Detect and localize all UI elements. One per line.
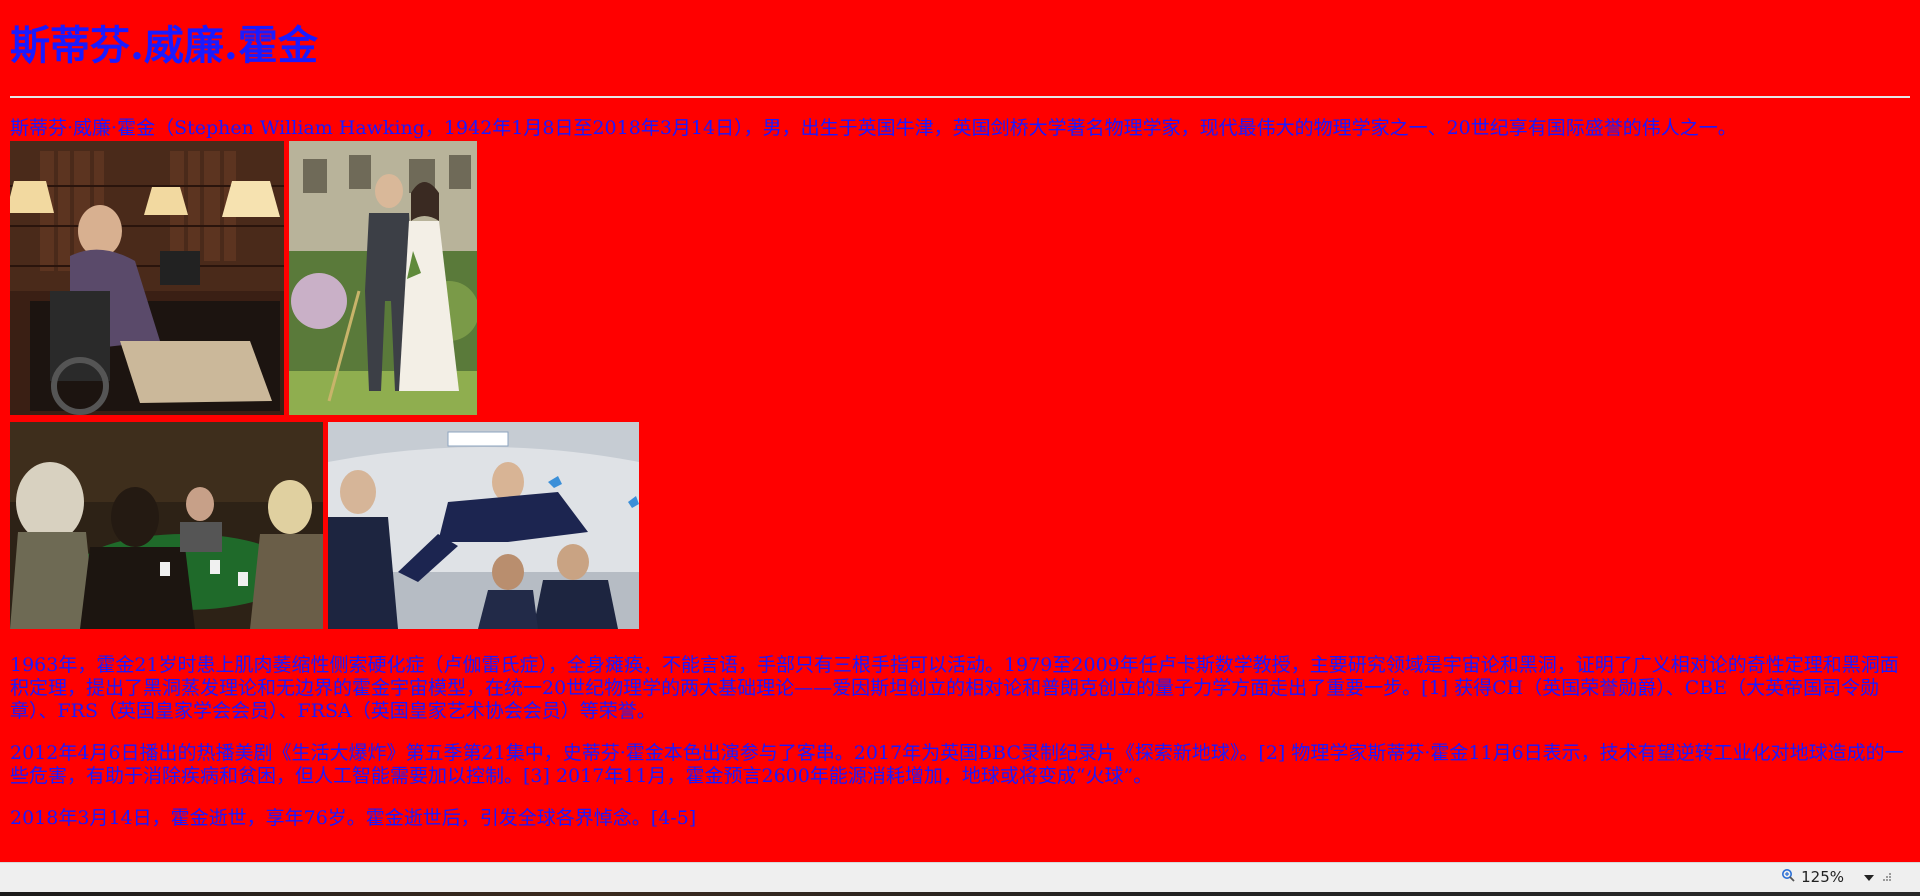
desktop-strip — [0, 892, 1920, 896]
page-title: 斯蒂芬.威廉.霍金 — [10, 22, 318, 69]
paragraph-death: 2018年3月14日，霍金逝世，享年76岁。霍金逝世后，引发全球各界悼念。[4-… — [10, 807, 697, 829]
paragraph-media-appearances: 2012年4月6日播出的热播美剧《生活大爆炸》第五季第21集中，史蒂芬·霍金本色… — [10, 742, 1904, 787]
zoom-control[interactable]: 125% — [1781, 868, 1892, 886]
page-body: 斯蒂芬.威廉.霍金 斯蒂芬·威廉·霍金（Stephen William Hawk… — [0, 0, 1920, 862]
chevron-down-icon[interactable] — [1864, 868, 1874, 886]
content-area: 斯蒂芬.威廉.霍金 斯蒂芬·威廉·霍金（Stephen William Hawk… — [10, 0, 1910, 830]
photo-wheelchair-library — [10, 141, 284, 415]
paragraph-illness-research: 1963年，霍金21岁时患上肌肉萎缩性侧索硬化症（卢伽雷氏症），全身瘫痪，不能言… — [10, 654, 1899, 722]
horizontal-rule — [10, 96, 1910, 98]
photo-card-game — [10, 422, 323, 629]
browser-status-bar: 125% — [0, 862, 1920, 893]
intro-paragraph: 斯蒂芬·威廉·霍金（Stephen William Hawking，1942年1… — [10, 117, 1737, 139]
photo-row-1 — [10, 141, 1910, 415]
resize-grip-icon[interactable] — [1880, 868, 1892, 886]
zoom-level: 125% — [1801, 868, 1844, 886]
photo-zero-gravity — [328, 422, 639, 629]
photo-wedding-garden — [289, 141, 477, 415]
photo-row-2 — [10, 422, 1910, 629]
magnifier-icon — [1781, 868, 1795, 886]
